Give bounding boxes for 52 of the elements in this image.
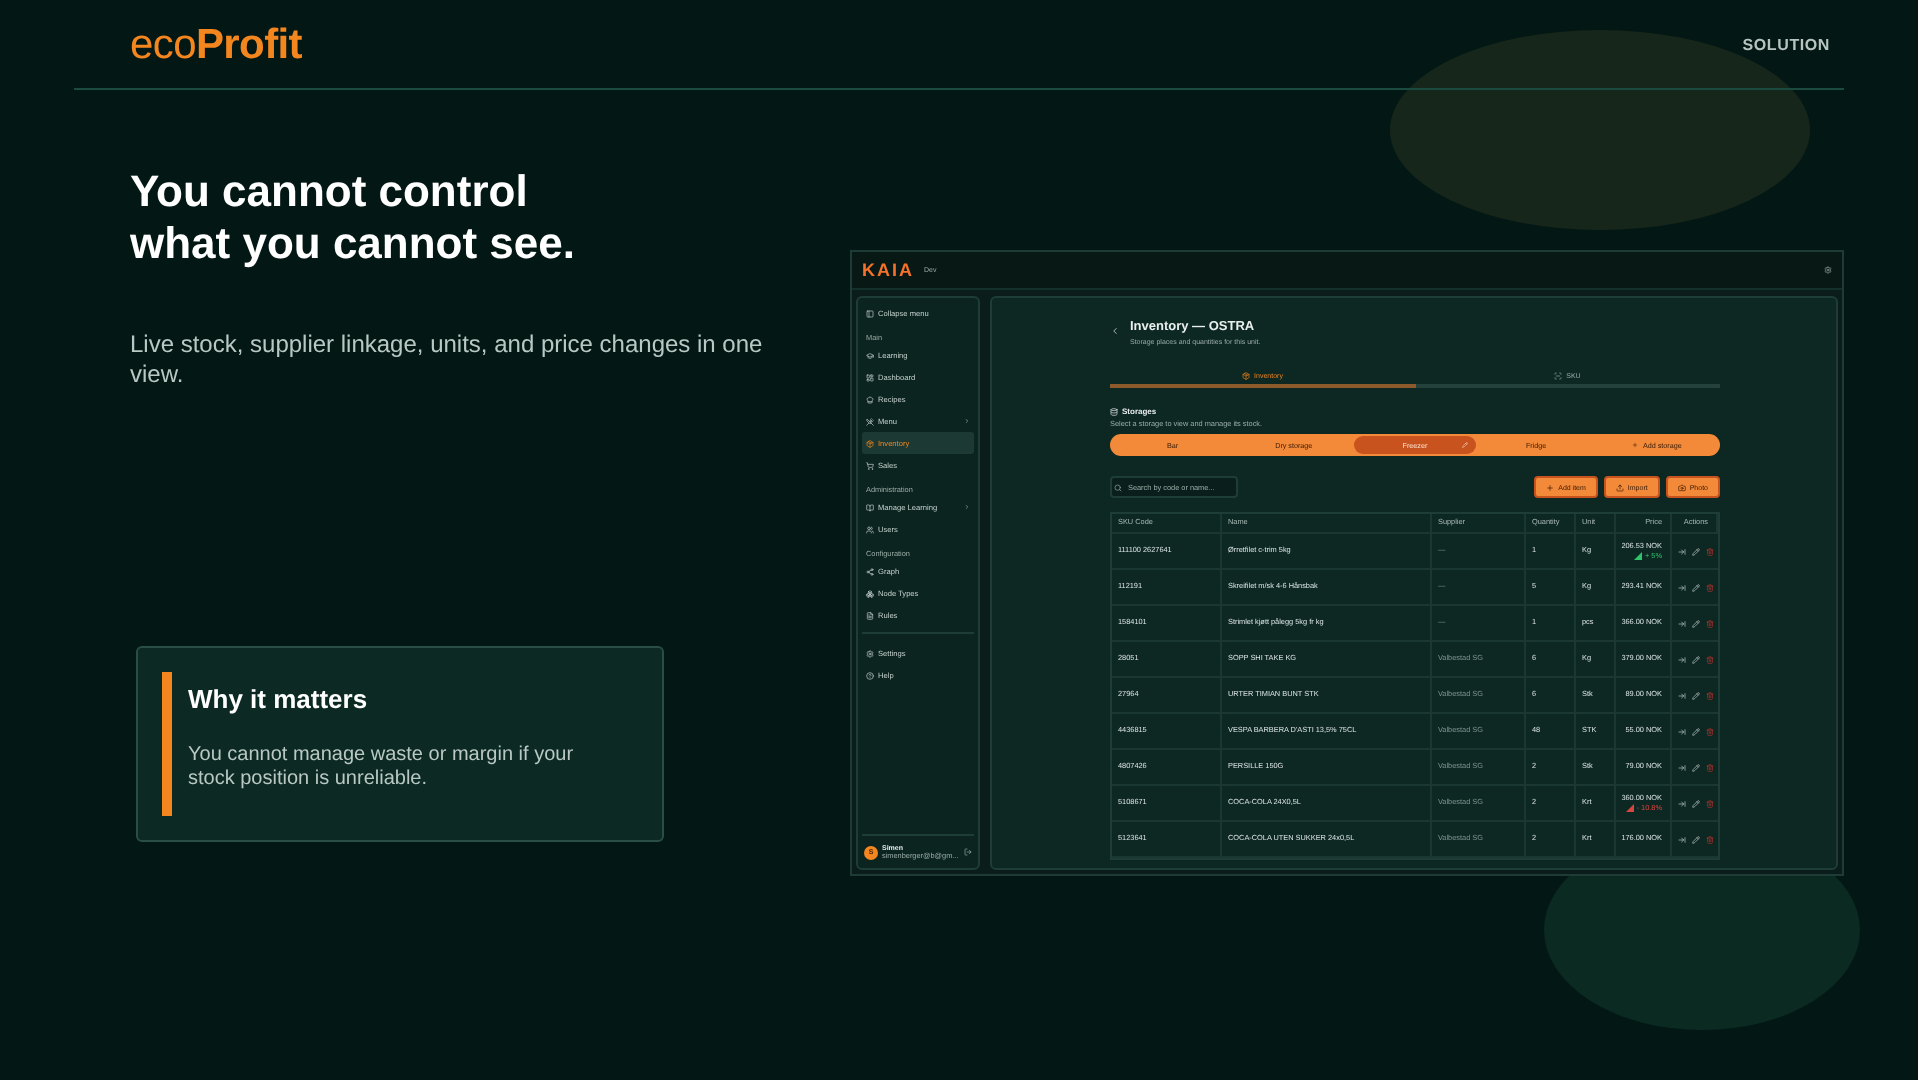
edit-icon[interactable] bbox=[1691, 547, 1699, 555]
settings-icon bbox=[866, 649, 874, 657]
section-label: SOLUTION bbox=[1742, 35, 1830, 53]
graduation-cap-icon bbox=[866, 351, 874, 359]
move-icon[interactable] bbox=[1677, 727, 1685, 735]
move-icon[interactable] bbox=[1677, 763, 1685, 771]
edit-icon[interactable] bbox=[1691, 691, 1699, 699]
callout-text: You cannot manage waste or margin if your stock position is unreliable. bbox=[188, 744, 576, 792]
camera-icon bbox=[1677, 483, 1686, 491]
edit-icon[interactable] bbox=[1691, 763, 1699, 771]
edit-icon[interactable] bbox=[1691, 655, 1699, 663]
move-icon[interactable] bbox=[1677, 799, 1685, 807]
package-icon bbox=[866, 439, 874, 447]
move-icon[interactable] bbox=[1677, 835, 1685, 843]
callout-title: Why it matters bbox=[188, 684, 370, 714]
edit-icon[interactable] bbox=[1691, 619, 1699, 627]
users-icon bbox=[866, 525, 874, 533]
utensils-icon bbox=[866, 417, 874, 425]
back-icon[interactable] bbox=[1110, 326, 1120, 336]
headline: You cannot control what you cannot see. bbox=[130, 166, 575, 270]
graph-icon bbox=[866, 567, 874, 575]
logout-icon[interactable] bbox=[964, 848, 972, 856]
move-icon[interactable] bbox=[1677, 655, 1685, 663]
scan-icon bbox=[1554, 372, 1563, 380]
logo: ecoProfit bbox=[130, 22, 302, 70]
move-icon[interactable] bbox=[1677, 691, 1685, 699]
settings-icon[interactable] bbox=[1824, 266, 1832, 274]
help-icon bbox=[866, 671, 874, 679]
database-icon bbox=[1110, 407, 1118, 415]
edit-icon[interactable] bbox=[1691, 583, 1699, 591]
panel-icon bbox=[866, 309, 874, 317]
cart-icon bbox=[866, 461, 874, 469]
boxes-icon bbox=[866, 589, 874, 597]
plus-icon bbox=[1546, 483, 1555, 491]
pencil-icon[interactable] bbox=[1461, 442, 1468, 448]
package-icon bbox=[1242, 372, 1251, 380]
dashboard-icon bbox=[866, 373, 874, 381]
edit-icon[interactable] bbox=[1691, 835, 1699, 843]
app-logo: KAIA bbox=[862, 260, 914, 280]
document-icon bbox=[866, 611, 874, 619]
move-icon[interactable] bbox=[1677, 547, 1685, 555]
plus-icon bbox=[1632, 442, 1639, 448]
move-icon[interactable] bbox=[1677, 583, 1685, 591]
move-icon[interactable] bbox=[1677, 619, 1685, 627]
search-icon bbox=[1114, 483, 1122, 491]
intro-text: Live stock, supplier linkage, units, and price changes in one view. bbox=[130, 330, 765, 390]
upload-icon bbox=[1615, 483, 1624, 491]
chef-hat-icon bbox=[866, 395, 874, 403]
edit-icon[interactable] bbox=[1691, 727, 1699, 735]
edit-icon[interactable] bbox=[1691, 799, 1699, 807]
accent-bar bbox=[162, 672, 172, 816]
book-icon bbox=[866, 503, 874, 511]
